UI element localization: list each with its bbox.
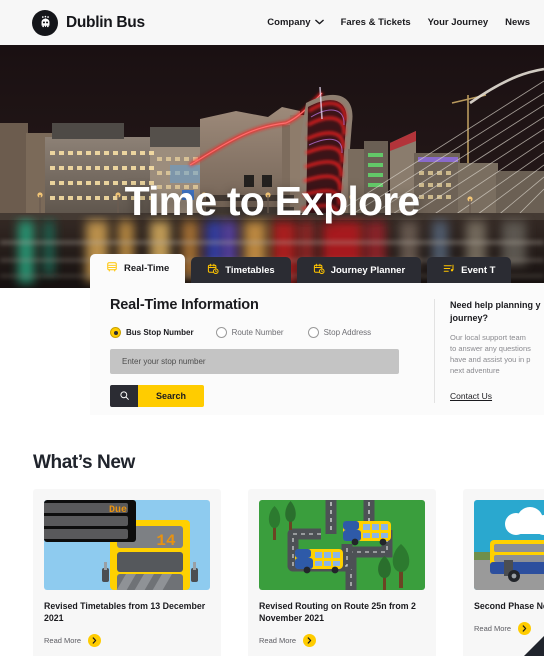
radio-bus-stop-number[interactable]: Bus Stop Number bbox=[110, 327, 194, 338]
radio-route-number[interactable]: Route Number bbox=[215, 327, 284, 338]
brand-logo[interactable]: Dublin Bus bbox=[32, 9, 145, 36]
contact-us-link[interactable]: Contact Us bbox=[450, 391, 492, 401]
bus-icon bbox=[106, 261, 118, 276]
help-panel-body: Our local support team to answer any que… bbox=[450, 332, 544, 376]
double-decker-bus-sky-image bbox=[474, 500, 544, 590]
hero-cityscape-image bbox=[0, 45, 544, 288]
help-title-line-2: journey? bbox=[450, 313, 489, 323]
panel-title: Real-Time Information bbox=[110, 297, 259, 313]
news-card[interactable]: Revised Routing on Route 25n from 2 Nove… bbox=[248, 489, 436, 656]
nav-item-news[interactable]: News bbox=[505, 17, 530, 28]
search-action-row: Search bbox=[110, 385, 434, 407]
nav-item-news-label: News bbox=[505, 17, 530, 28]
stop-number-input[interactable] bbox=[110, 349, 399, 374]
bus-destination-display-image: 14 Due bbox=[44, 500, 210, 590]
tab-journey-planner[interactable]: Journey Planner bbox=[296, 257, 422, 283]
read-more-link[interactable]: Read More bbox=[44, 634, 210, 647]
widget-tabs: Real-Time Timetables Journey Planner Eve… bbox=[90, 254, 544, 283]
help-panel-title: Need help planning y journey? bbox=[450, 299, 544, 325]
help-body-line-2: to answer any questions bbox=[450, 344, 531, 353]
read-more-link[interactable]: Read More bbox=[474, 622, 544, 635]
help-panel: Need help planning y journey? Our local … bbox=[435, 297, 544, 415]
read-more-label: Read More bbox=[44, 636, 82, 645]
nav-item-your-journey[interactable]: Your Journey bbox=[428, 17, 489, 28]
calendar-clock-icon bbox=[207, 263, 219, 278]
chevron-right-icon bbox=[88, 634, 102, 647]
nav-item-fares-tickets[interactable]: Fares & Tickets bbox=[341, 17, 411, 28]
radio-route-number-label: Route Number bbox=[231, 328, 284, 337]
radio-indicator-selected bbox=[110, 327, 121, 338]
read-more-label: Read More bbox=[474, 624, 512, 633]
road-map-with-buses-image bbox=[259, 500, 425, 590]
whats-new-heading: What’s New bbox=[33, 452, 135, 473]
nav-item-your-journey-label: Your Journey bbox=[427, 17, 489, 28]
main-nav: Company Fares & Tickets Your Journey New… bbox=[267, 17, 530, 28]
read-more-link[interactable]: Read More bbox=[259, 634, 425, 647]
search-widget: Real-Time Timetables Journey Planner Eve… bbox=[90, 254, 544, 415]
search-icon-button[interactable] bbox=[110, 385, 138, 407]
news-card[interactable]: 14 Due Revised Timetables from 13 Decemb… bbox=[33, 489, 221, 656]
brand-name: Dublin Bus bbox=[66, 13, 145, 31]
tab-journey-planner-label: Journey Planner bbox=[330, 264, 406, 276]
radio-indicator bbox=[307, 327, 319, 338]
radio-bus-stop-number-label: Bus Stop Number bbox=[126, 328, 194, 337]
tab-event-travel[interactable]: Event T bbox=[427, 257, 512, 283]
chevron-down-icon bbox=[314, 17, 324, 28]
help-body-line-4: next adventure bbox=[450, 366, 500, 375]
help-body-line-3: have and assist you in p bbox=[450, 355, 531, 364]
hero-banner: Time to Explore bbox=[0, 45, 544, 288]
page-corner-marker bbox=[524, 636, 544, 656]
bus-route-number-label: 14 bbox=[156, 532, 176, 550]
calendar-clock-icon bbox=[313, 263, 325, 278]
due-label: Due bbox=[109, 505, 127, 516]
news-card[interactable]: Second Phase Network to lau Read More bbox=[463, 489, 544, 656]
tab-real-time[interactable]: Real-Time bbox=[90, 254, 186, 283]
whats-new-card-list: 14 Due Revised Timetables from 13 Decemb… bbox=[33, 489, 544, 656]
help-body-line-1: Our local support team bbox=[450, 333, 526, 342]
nav-item-company[interactable]: Company bbox=[267, 17, 324, 28]
news-card-title: Second Phase Network to lau bbox=[474, 601, 544, 611]
news-card-title: Revised Routing on Route 25n from 2 Nove… bbox=[259, 601, 416, 623]
tab-event-travel-label: Event T bbox=[461, 264, 496, 276]
radio-stop-address[interactable]: Stop Address bbox=[307, 327, 372, 338]
real-time-form: Real-Time Information Bus Stop Number Ro… bbox=[90, 297, 434, 415]
search-button[interactable]: Search bbox=[138, 385, 204, 407]
hero-title: Time to Explore bbox=[124, 178, 421, 224]
news-card-title: Revised Timetables from 13 December 2021 bbox=[44, 601, 206, 623]
radio-indicator bbox=[215, 327, 227, 338]
site-header: Dublin Bus Company Fares & Tickets Your … bbox=[0, 0, 544, 45]
chevron-right-icon bbox=[303, 634, 317, 647]
event-list-icon bbox=[443, 263, 455, 278]
search-icon bbox=[119, 389, 130, 404]
tab-real-time-label: Real-Time bbox=[124, 263, 170, 274]
radio-stop-address-label: Stop Address bbox=[323, 328, 372, 337]
tab-timetables[interactable]: Timetables bbox=[191, 257, 291, 283]
chevron-right-icon bbox=[518, 622, 532, 635]
widget-panel: Real-Time Information Bus Stop Number Ro… bbox=[90, 283, 544, 415]
read-more-label: Read More bbox=[259, 636, 297, 645]
nav-item-fares-tickets-label: Fares & Tickets bbox=[340, 17, 411, 28]
nav-item-company-label: Company bbox=[267, 17, 311, 28]
help-title-line-1: Need help planning y bbox=[450, 300, 541, 310]
tab-timetables-label: Timetables bbox=[225, 264, 275, 276]
dublin-bus-roundel-icon bbox=[32, 9, 58, 36]
search-mode-radio-group: Bus Stop Number Route Number Stop Addres… bbox=[110, 327, 434, 338]
